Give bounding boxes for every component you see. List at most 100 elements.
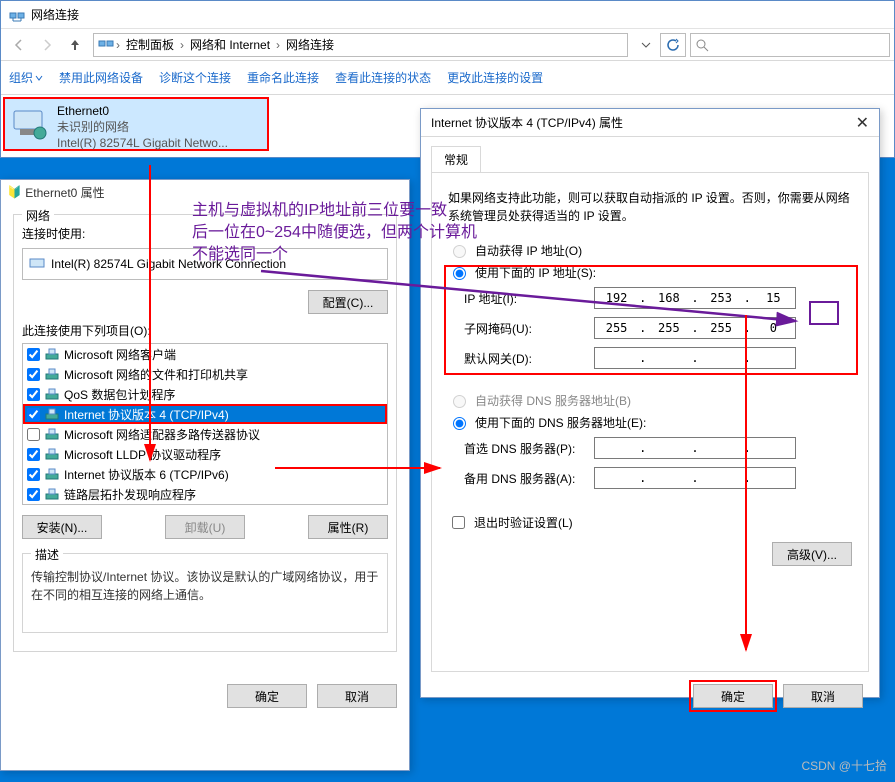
item-label: QoS 数据包计划程序: [64, 386, 175, 403]
dns1-row: 首选 DNS 服务器(P): ...: [464, 433, 852, 463]
items-list[interactable]: Microsoft 网络客户端 Microsoft 网络的文件和打印机共享 QoS …: [22, 343, 388, 505]
list-item[interactable]: Microsoft 网络适配器多路传送器协议: [23, 424, 387, 444]
protocol-icon: [44, 426, 60, 442]
address-bar[interactable]: › 控制面板 › 网络和 Internet › 网络连接: [93, 33, 628, 57]
adapter-icon: [9, 103, 51, 143]
item-label: Microsoft 网络客户端: [64, 346, 176, 363]
ip-address-label: IP 地址(I):: [464, 290, 594, 307]
cancel-button[interactable]: 取消: [783, 684, 863, 708]
auto-ip-radio[interactable]: 自动获得 IP 地址(O): [448, 239, 852, 261]
device-status: 未识别的网络: [57, 119, 228, 135]
item-checkbox[interactable]: [27, 428, 40, 441]
nav-forward-button[interactable]: [33, 31, 61, 59]
dns1-label: 首选 DNS 服务器(P):: [464, 440, 594, 457]
list-item[interactable]: Internet 协议版本 6 (TCP/IPv6): [23, 464, 387, 484]
subnet-mask-row: 子网掩码(U): 255. 255. 255. 0: [464, 313, 852, 343]
use-ip-radio[interactable]: 使用下面的 IP 地址(S):: [448, 261, 852, 283]
search-input[interactable]: [690, 33, 890, 57]
items-label: 此连接使用下列项目(O):: [22, 322, 388, 339]
toolbar-change-settings[interactable]: 更改此连接的设置: [447, 69, 543, 86]
item-label: Internet 协议版本 4 (TCP/IPv4): [64, 406, 229, 423]
properties-button[interactable]: 属性(R): [308, 515, 388, 539]
ok-button[interactable]: 确定: [693, 684, 773, 708]
device-name: Ethernet0: [57, 103, 228, 119]
dns2-label: 备用 DNS 服务器(A):: [464, 470, 594, 487]
dialog-title: Internet 协议版本 4 (TCP/IPv4) 属性: [431, 114, 623, 131]
device-adapter: Intel(R) 82574L Gigabit Netwo...: [57, 135, 228, 151]
titlebar: 网络连接: [1, 1, 894, 29]
validate-checkbox-row[interactable]: 退出时验证设置(L): [448, 513, 852, 532]
protocol-icon: [44, 446, 60, 462]
item-label: Microsoft 网络的文件和打印机共享: [64, 366, 248, 383]
toolbar-rename[interactable]: 重命名此连接: [247, 69, 319, 86]
breadcrumb-3[interactable]: 网络连接: [282, 36, 338, 53]
gateway-row: 默认网关(D): . . .: [464, 343, 852, 373]
close-button[interactable]: ✕: [856, 113, 869, 133]
nav-up-button[interactable]: [61, 31, 89, 59]
refresh-button[interactable]: [660, 33, 686, 57]
dns2-row: 备用 DNS 服务器(A): ...: [464, 463, 852, 493]
info-text: 如果网络支持此功能，则可以获取自动指派的 IP 设置。否则，你需要从网络系统管理…: [448, 189, 852, 225]
ip-address-row: IP 地址(I): 192. 168. 253. 15: [464, 283, 852, 313]
list-item[interactable]: Internet 协议版本 4 (TCP/IPv4): [23, 404, 387, 424]
description-label: 描述: [31, 546, 63, 563]
configure-button[interactable]: 配置(C)...: [308, 290, 388, 314]
ethernet-properties-dialog: 🔰 Ethernet0 属性 网络 连接时使用: Intel(R) 82574L…: [0, 179, 410, 771]
item-label: 链路层拓扑发现响应程序: [64, 486, 196, 503]
breadcrumb-2[interactable]: 网络和 Internet: [186, 36, 274, 53]
security-icon: 🔰: [7, 185, 22, 199]
toolbar-diagnose[interactable]: 诊断这个连接: [159, 69, 231, 86]
network-icon: [98, 35, 114, 54]
breadcrumb-1[interactable]: 控制面板: [122, 36, 178, 53]
ethernet0-tile[interactable]: Ethernet0 未识别的网络 Intel(R) 82574L Gigabit…: [3, 97, 269, 151]
protocol-icon: [44, 486, 60, 502]
item-checkbox[interactable]: [27, 488, 40, 501]
address-dropdown-button[interactable]: [632, 31, 660, 59]
toolbar-view-status[interactable]: 查看此连接的状态: [335, 69, 431, 86]
auto-dns-radio: 自动获得 DNS 服务器地址(B): [448, 389, 852, 411]
tab-general[interactable]: 常规: [431, 146, 481, 173]
list-item[interactable]: Microsoft LLDP 协议驱动程序: [23, 444, 387, 464]
protocol-icon: [44, 366, 60, 382]
subnet-mask-label: 子网掩码(U):: [464, 320, 594, 337]
cancel-button[interactable]: 取消: [317, 684, 397, 708]
toolbar-disable[interactable]: 禁用此网络设备: [59, 69, 143, 86]
toolbar-organize[interactable]: 组织: [9, 69, 43, 86]
list-item[interactable]: 链路层拓扑发现响应程序: [23, 484, 387, 504]
item-checkbox[interactable]: [27, 468, 40, 481]
dialog-title: Ethernet0 属性: [25, 184, 104, 201]
list-item[interactable]: QoS 数据包计划程序: [23, 384, 387, 404]
gateway-input[interactable]: . . .: [594, 347, 796, 369]
item-checkbox[interactable]: [27, 388, 40, 401]
chevron-right-icon: ›: [274, 38, 282, 52]
dns2-input[interactable]: ...: [594, 467, 796, 489]
list-item[interactable]: Microsoft 网络的文件和打印机共享: [23, 364, 387, 384]
search-icon: [695, 38, 709, 52]
ok-button[interactable]: 确定: [227, 684, 307, 708]
window-title: 网络连接: [31, 6, 79, 23]
list-item[interactable]: Microsoft 网络客户端: [23, 344, 387, 364]
description-text: 传输控制协议/Internet 协议。该协议是默认的广域网络协议，用于在不同的相…: [31, 568, 379, 624]
dialog-titlebar: 🔰 Ethernet0 属性: [1, 180, 409, 204]
item-checkbox[interactable]: [27, 448, 40, 461]
adapter-name: Intel(R) 82574L Gigabit Network Connecti…: [51, 257, 286, 271]
nav-back-button[interactable]: [5, 31, 33, 59]
device-text: Ethernet0 未识别的网络 Intel(R) 82574L Gigabit…: [57, 103, 228, 145]
protocol-icon: [44, 346, 60, 362]
chevron-right-icon: ›: [178, 38, 186, 52]
item-checkbox[interactable]: [27, 348, 40, 361]
install-button[interactable]: 安装(N)...: [22, 515, 102, 539]
tab-network[interactable]: 网络: [22, 207, 54, 224]
item-checkbox[interactable]: [27, 368, 40, 381]
dns1-input[interactable]: ...: [594, 437, 796, 459]
subnet-mask-input[interactable]: 255. 255. 255. 0: [594, 317, 796, 339]
protocol-icon: [44, 466, 60, 482]
chevron-down-icon: [35, 74, 43, 82]
item-checkbox[interactable]: [27, 408, 40, 421]
ip-address-input[interactable]: 192. 168. 253. 15: [594, 287, 796, 309]
item-label: Microsoft LLDP 协议驱动程序: [64, 446, 221, 463]
advanced-button[interactable]: 高级(V)...: [772, 542, 852, 566]
use-dns-radio[interactable]: 使用下面的 DNS 服务器地址(E):: [448, 411, 852, 433]
protocol-icon: [44, 386, 60, 402]
watermark: CSDN @十七拾: [801, 757, 887, 774]
